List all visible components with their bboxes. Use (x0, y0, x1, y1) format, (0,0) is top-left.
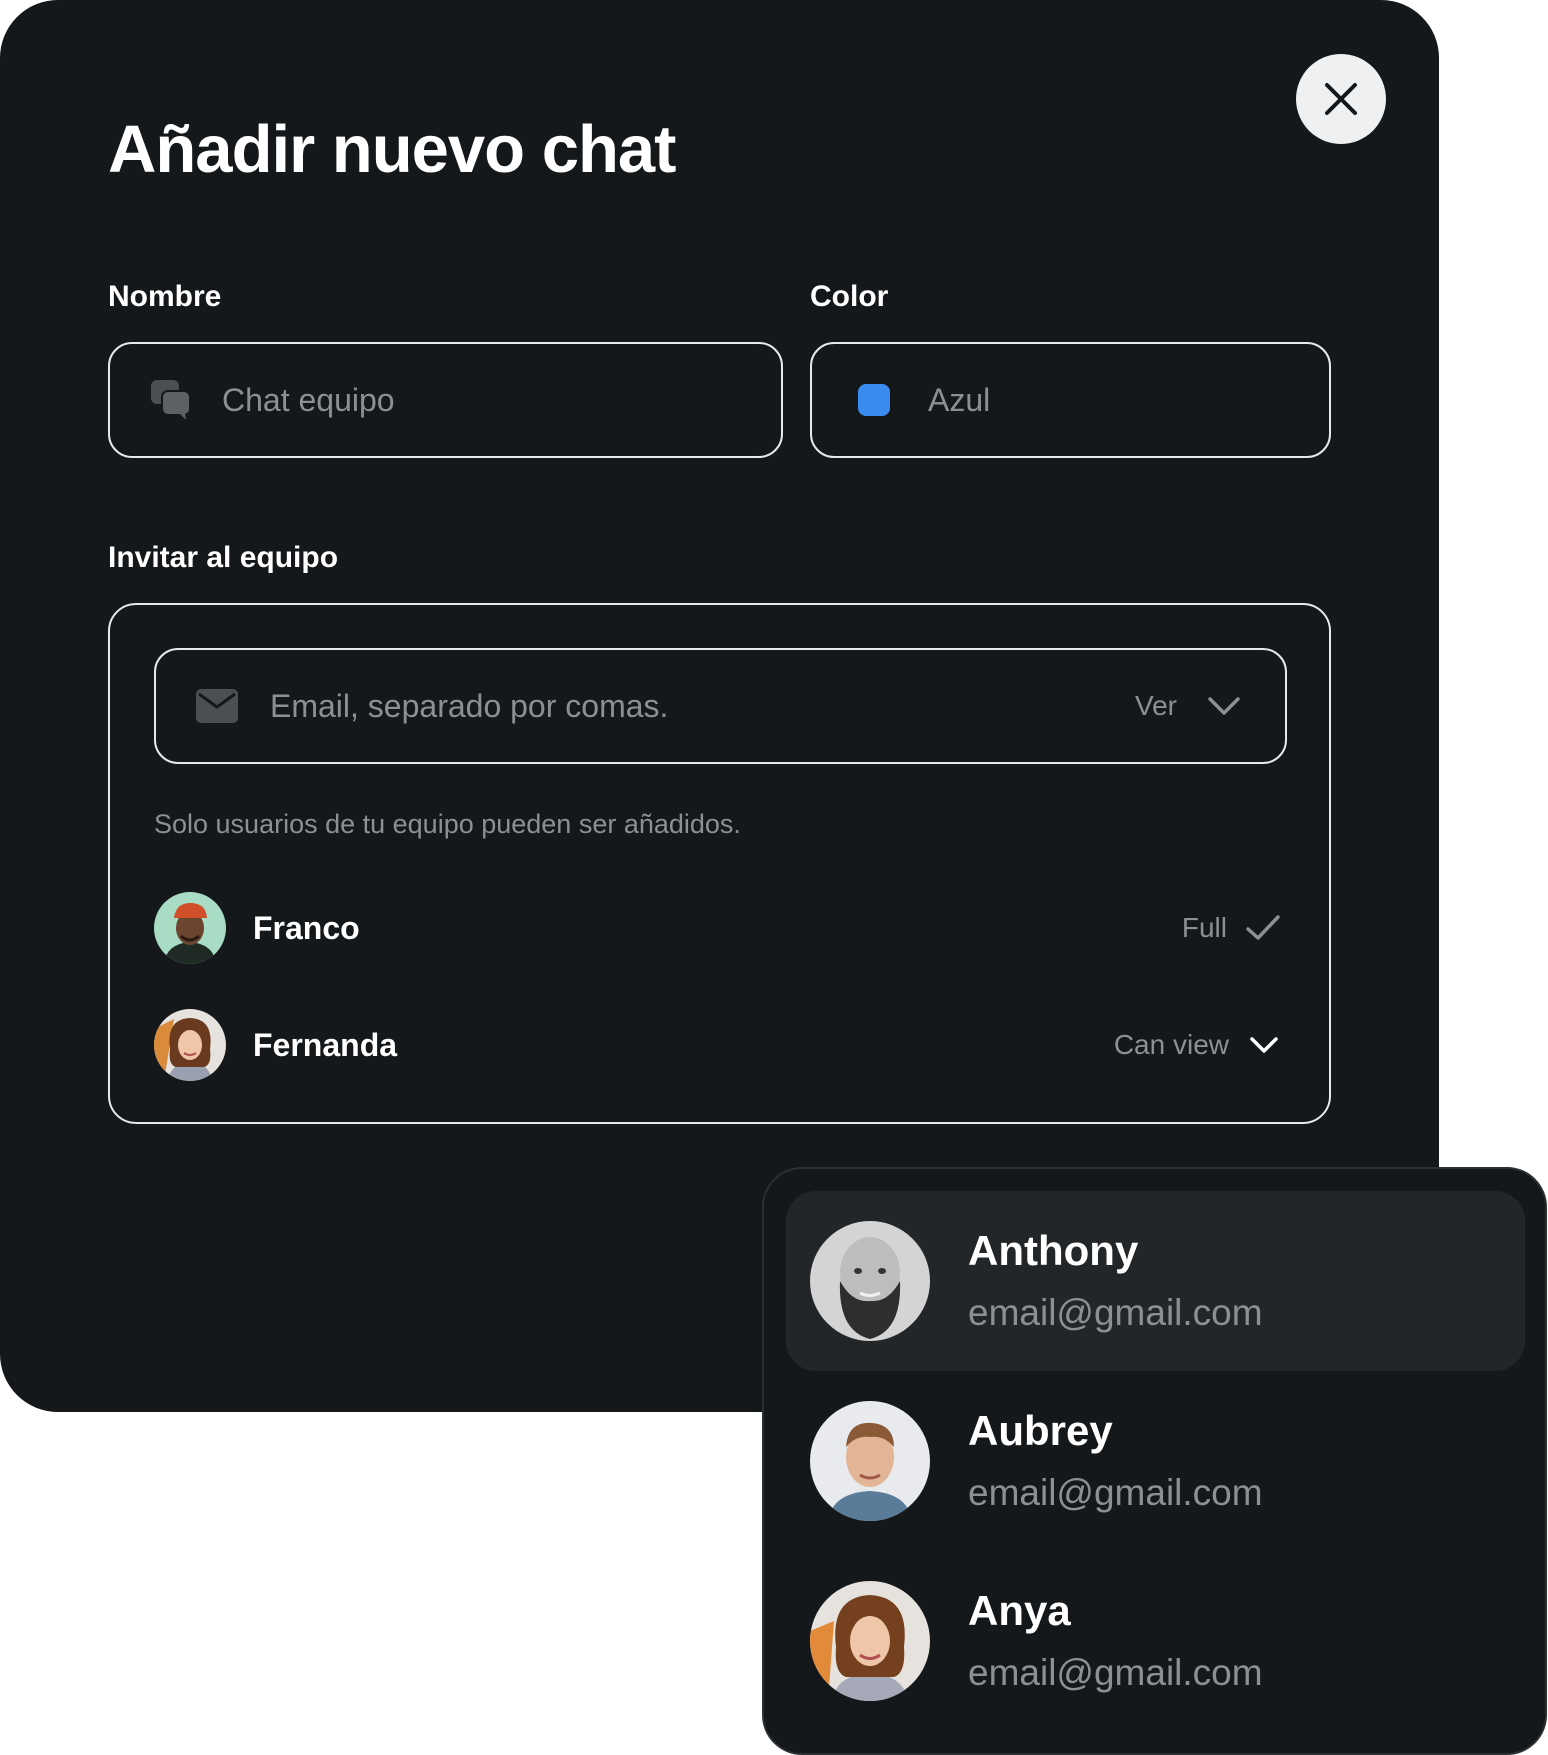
member-permission[interactable]: Full (1182, 912, 1287, 944)
suggestion-item-aubrey[interactable]: Aubrey email@gmail.com (786, 1371, 1525, 1551)
suggestion-email: email@gmail.com (968, 1652, 1263, 1693)
chevron-down-icon (1208, 697, 1240, 715)
invite-label: Invitar al equipo (108, 541, 339, 574)
chat-name-placeholder: Chat equipo (222, 382, 395, 418)
suggestion-email: email@gmail.com (968, 1292, 1263, 1333)
invite-panel: Email, separado por comas. Ver Solo usua… (108, 603, 1331, 1124)
close-icon (1325, 83, 1357, 115)
envelope-icon (196, 689, 238, 723)
color-value: Azul (928, 382, 991, 418)
member-row-fernanda: Fernanda Can view (154, 1008, 1287, 1082)
helper-text: Solo usuarios de tu equipo pueden ser añ… (154, 809, 741, 839)
email-placeholder: Email, separado por comas. (270, 688, 669, 724)
avatar-anya (810, 1581, 930, 1701)
chevron-down-icon (1250, 1037, 1278, 1053)
suggestion-item-anthony[interactable]: Anthony email@gmail.com (786, 1191, 1525, 1371)
member-permission-label: Full (1181, 912, 1227, 943)
chat-name-input[interactable]: Chat equipo (108, 342, 783, 458)
check-icon (1246, 915, 1280, 940)
color-label: Color (810, 280, 889, 313)
suggestion-name: Anya (968, 1587, 1071, 1634)
avatar-anthony (810, 1221, 930, 1341)
permission-select-label: Ver (1134, 690, 1177, 721)
member-name: Franco (253, 909, 360, 946)
name-label: Nombre (108, 280, 222, 313)
member-name: Fernanda (253, 1026, 398, 1063)
suggestion-email: email@gmail.com (968, 1472, 1263, 1513)
permission-select[interactable]: Ver (1135, 690, 1241, 722)
member-suggestions-dropdown: Anthony email@gmail.com Aubrey email@gma… (762, 1167, 1547, 1755)
avatar-fernanda (154, 1009, 226, 1081)
avatar-franco (154, 892, 226, 964)
color-select[interactable]: Azul (810, 342, 1331, 458)
member-permission-label: Can view (1113, 1029, 1229, 1060)
suggestion-item-anya[interactable]: Anya email@gmail.com (786, 1551, 1525, 1731)
close-button[interactable] (1296, 54, 1386, 144)
suggestion-name: Aubrey (968, 1407, 1113, 1454)
suggestion-name: Anthony (968, 1227, 1139, 1274)
member-row-franco: Franco Full (154, 891, 1287, 965)
member-permission-select[interactable]: Can view (1114, 1029, 1287, 1061)
color-swatch (858, 384, 890, 416)
chat-bubbles-icon (151, 380, 191, 420)
email-input[interactable]: Email, separado por comas. Ver (154, 648, 1287, 764)
avatar-aubrey (810, 1401, 930, 1521)
dialog-title: Añadir nuevo chat (108, 112, 676, 187)
